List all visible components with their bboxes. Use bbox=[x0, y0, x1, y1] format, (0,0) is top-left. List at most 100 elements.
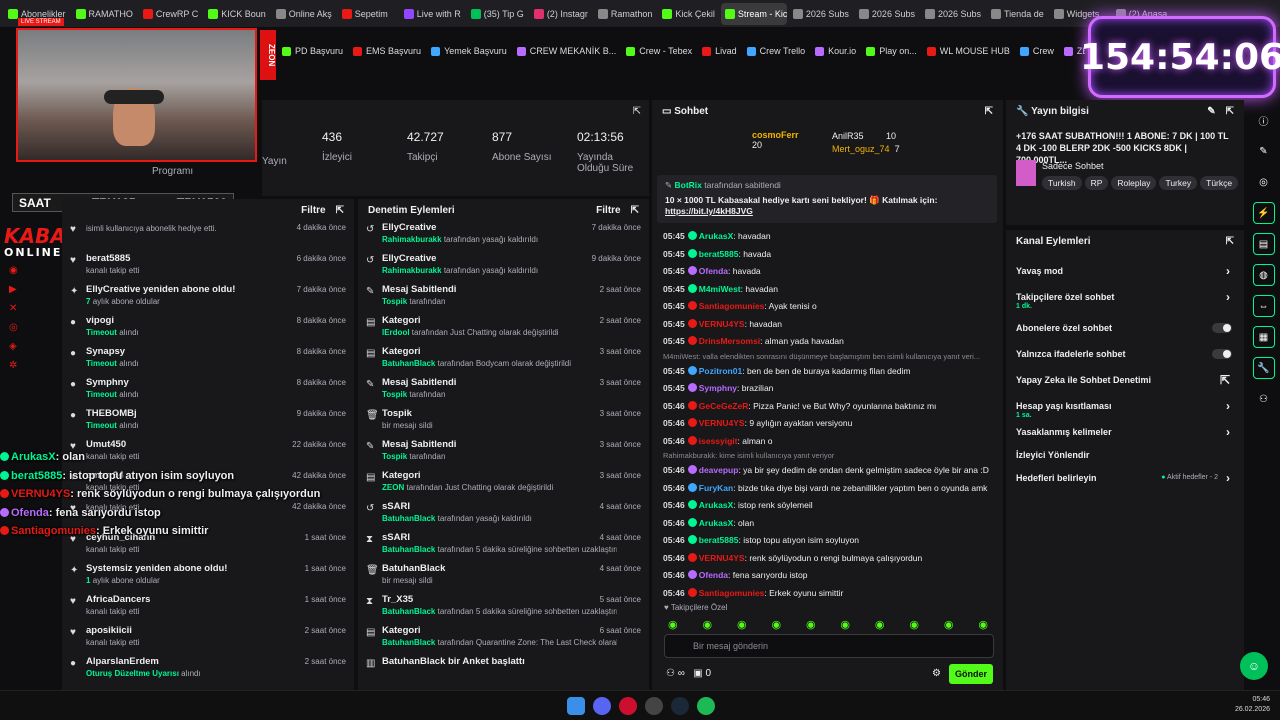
emote-icon[interactable]: ◉ bbox=[909, 618, 919, 631]
community-icon[interactable]: ⚇ bbox=[1253, 388, 1275, 410]
expand-icon[interactable]: ⇱ bbox=[336, 205, 344, 216]
chat-message[interactable]: 05:46 ArukasX: istop renk söylemeil bbox=[652, 497, 1003, 515]
split-icon[interactable]: ⇔ bbox=[1252, 295, 1275, 317]
globe-icon[interactable]: ◎ bbox=[9, 322, 19, 333]
chat-message[interactable]: 05:46 isessyigit: alman o bbox=[652, 433, 1003, 451]
channel-action-item[interactable]: İzleyici Yönlendir bbox=[1006, 444, 1244, 465]
activity-row[interactable]: ♥ AfricaDancers kanalı takip etti 1 saat ön… bbox=[62, 593, 354, 624]
browser-tab[interactable]: 2026 Subs bbox=[855, 3, 919, 25]
bookmark-item[interactable]: WL MOUSE HUB bbox=[926, 46, 1010, 56]
send-button[interactable]: Gönder bbox=[949, 664, 993, 684]
stream-tag[interactable]: Turkish bbox=[1042, 176, 1082, 190]
emote-icon[interactable]: ◉ bbox=[668, 618, 678, 631]
browser-tab[interactable]: 2026 Subs bbox=[921, 3, 985, 25]
moderation-row[interactable]: ▤ Kategori BatuhanBlack tarafından Bodycam… bbox=[358, 345, 649, 376]
browser-tab[interactable]: RAMATHO bbox=[72, 3, 137, 25]
bolt-icon[interactable]: ⚡ bbox=[1252, 202, 1275, 224]
browser-tab[interactable]: Sepetim bbox=[338, 3, 398, 25]
chat-username[interactable]: Santiagomunies bbox=[699, 588, 765, 598]
chat-message[interactable]: 05:45 Pozitron01: ben de ben de buraya ka… bbox=[652, 363, 1003, 381]
channel-action-item[interactable]: Hesap yaşı kısıtlaması 1 sa. › bbox=[1006, 395, 1244, 420]
chat-username[interactable]: ArukasX bbox=[699, 500, 734, 510]
chat-message[interactable]: 05:45 Ofenda: havada bbox=[652, 263, 1003, 281]
chat-username[interactable]: VERNU4YS bbox=[699, 418, 745, 428]
chat-message[interactable]: 05:46 Ofenda: fena sarıyordu istop bbox=[652, 567, 1003, 585]
chat-message[interactable]: 05:46 VERNU4YS: renk söylüyodun o rengi b… bbox=[652, 550, 1003, 568]
browser-tab[interactable]: Tienda de bbox=[987, 3, 1048, 25]
opera-icon[interactable] bbox=[619, 697, 637, 715]
chat-username[interactable]: ArukasX bbox=[699, 231, 734, 241]
chat-username[interactable]: GeCeGeZeR bbox=[699, 401, 749, 411]
activity-row[interactable]: ✦ Systemsiz yeniden abone oldu! 1 aylık ab… bbox=[62, 562, 354, 593]
gift-icon[interactable]: ▣ bbox=[693, 668, 702, 679]
spotify-icon[interactable] bbox=[697, 697, 715, 715]
chat-username[interactable]: VERNU4YS bbox=[699, 319, 745, 329]
start-icon[interactable] bbox=[567, 697, 585, 715]
activity-row[interactable]: ✦ EllyCreative yeniden abone oldu! 7 aylık… bbox=[62, 283, 354, 314]
chat-username[interactable]: Santiagomunies bbox=[699, 301, 765, 311]
chat-message[interactable]: 05:45 Santiagomunies: Ayak tenisi o bbox=[652, 298, 1003, 316]
stream-tag[interactable]: Türkçe bbox=[1200, 176, 1239, 190]
moderation-row[interactable]: 🗑 Tospik bir mesajı sildi 3 saat önce bbox=[358, 407, 649, 438]
moderation-row[interactable]: ⧗ sSARI BatuhanBlack tarafından 5 dakika s… bbox=[358, 531, 649, 562]
moderation-row[interactable]: ✎ Mesaj Sabitlendi Tospik tarafından 2 saat… bbox=[358, 283, 649, 314]
activity-row[interactable]: ● THEBOMBj Timeout alındı 9 dakika önce bbox=[62, 407, 354, 438]
moderation-row[interactable]: ↺ sSARI BatuhanBlack tarafından yasağı kal… bbox=[358, 500, 649, 531]
browser-tab[interactable]: (2) Instagr bbox=[530, 3, 592, 25]
chat-username[interactable]: ArukasX bbox=[699, 518, 734, 528]
chat-username[interactable]: deavepup bbox=[699, 465, 739, 475]
chat-message[interactable]: 05:46 berat5885: istop topu atıyon isim s… bbox=[652, 532, 1003, 550]
chat-username[interactable]: VERNU4YS bbox=[699, 553, 745, 563]
activity-row[interactable]: ● AlparslanErdem Oturuş Düzeltme Uyarısı a… bbox=[62, 655, 354, 686]
bookmark-item[interactable]: Crew bbox=[1019, 46, 1054, 56]
browser-tab[interactable]: CrewRP C bbox=[139, 3, 202, 25]
moderation-row[interactable]: ⧗ Tr_X35 BatuhanBlack tarafından 5 dakika … bbox=[358, 593, 649, 624]
chat-message[interactable]: 05:45 VERNU4YS: havadan bbox=[652, 316, 1003, 334]
camera-icon[interactable]: ◉ bbox=[9, 265, 19, 276]
chat-username[interactable]: M4miWest bbox=[699, 284, 741, 294]
moderation-filter-button[interactable]: Filtre bbox=[596, 205, 620, 216]
channel-action-item[interactable]: Yapay Zeka ile Sohbet Denetimi ⇱ bbox=[1006, 369, 1244, 390]
moderation-row[interactable]: ▤ Kategori BatuhanBlack tarafından Quarant… bbox=[358, 624, 649, 655]
chat-message[interactable]: 05:46 ArukasX: olan bbox=[652, 515, 1003, 533]
browser-tab[interactable]: Stream - Kick Dash bbox=[720, 2, 787, 25]
steam-icon[interactable] bbox=[671, 697, 689, 715]
channel-action-item[interactable]: Yasaklanmış kelimeler › bbox=[1006, 421, 1244, 442]
activity-row[interactable]: ♥ berat5885 kanalı takip etti 6 dakika önce bbox=[62, 252, 354, 283]
chat-message[interactable]: 05:46 VERNU4YS: 9 aylığın ayaktan versiyo… bbox=[652, 415, 1003, 433]
moderation-row[interactable]: ▤ Kategori ZEON tarafından Just Chatting o… bbox=[358, 469, 649, 500]
bookmark-item[interactable]: Crew - Tebex bbox=[626, 46, 692, 56]
chat-username[interactable]: berat5885 bbox=[699, 535, 739, 545]
top-gifter-3[interactable]: Mert_oguz_74 7 bbox=[832, 143, 900, 156]
chat-username[interactable]: Ofenda bbox=[699, 266, 728, 276]
activity-row[interactable]: ● Synapsy Timeout alındı 8 dakika önce bbox=[62, 345, 354, 376]
chat-message[interactable]: 05:45 Symphny: brazilian bbox=[652, 380, 1003, 398]
pinned-message[interactable]: ✎ BotRix tarafından sabitlendi 10 × 1000… bbox=[657, 175, 997, 223]
expand-icon[interactable]: ⇱ bbox=[633, 106, 641, 117]
help-bubble-icon[interactable]: ☺ bbox=[1240, 652, 1268, 680]
discord-app-icon[interactable] bbox=[593, 697, 611, 715]
browser-tab[interactable]: Live with R bbox=[400, 3, 465, 25]
toggle-switch[interactable] bbox=[1212, 348, 1232, 359]
bookmark-item[interactable]: EMS Başvuru bbox=[353, 46, 421, 56]
toggle-switch[interactable] bbox=[1212, 322, 1232, 333]
pencil-icon[interactable]: ✎ bbox=[1253, 140, 1275, 162]
chat-username[interactable]: Ofenda bbox=[699, 570, 728, 580]
chat-message[interactable]: 05:45 M4miWest: havadan bbox=[652, 281, 1003, 299]
emote-icon[interactable]: ◉ bbox=[771, 618, 781, 631]
pinned-link[interactable]: https://bit.ly/4kH8JVG bbox=[665, 206, 989, 216]
category-name[interactable]: Sadece Sohbet bbox=[1042, 161, 1104, 171]
chat-message[interactable]: 05:46 FuryKan: bizde tıka diye bişi vardı… bbox=[652, 480, 1003, 498]
moderation-row[interactable]: 🗑 BatuhanBlack bir mesajı sildi 4 saat önce bbox=[358, 562, 649, 593]
emote-icon[interactable]: ◉ bbox=[737, 618, 747, 631]
settings-icon[interactable]: ✲ bbox=[9, 360, 19, 371]
emote-icon[interactable]: ◉ bbox=[978, 618, 988, 631]
emote-icon[interactable]: ◉ bbox=[806, 618, 816, 631]
moderation-row[interactable]: ↺ EllyCreative Rahimakburakk tarafından ya… bbox=[358, 221, 649, 252]
stream-tag[interactable]: Turkey bbox=[1159, 176, 1198, 190]
channel-action-item[interactable]: Yalnızca ifadelerle sohbet bbox=[1006, 343, 1244, 364]
expand-icon[interactable]: ⇱ bbox=[1226, 106, 1234, 117]
expand-icon[interactable]: ⇱ bbox=[1226, 236, 1234, 247]
expand-icon[interactable]: ⇱ bbox=[631, 205, 639, 216]
channel-action-item[interactable]: Hedefleri belirleyin ● Aktif hedefler - 2… bbox=[1006, 467, 1244, 488]
